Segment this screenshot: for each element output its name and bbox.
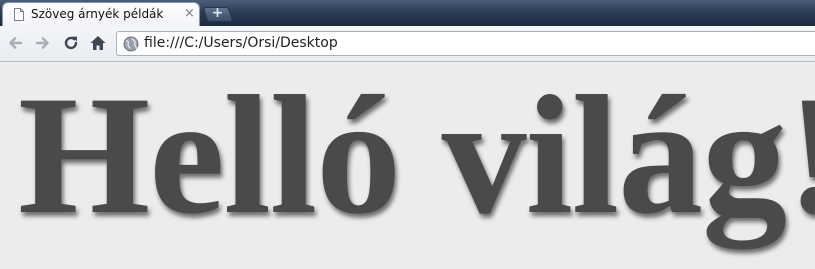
forward-button[interactable] (32, 33, 52, 53)
tab-title: Szöveg árnyék példák (31, 7, 164, 21)
page-heading: Helló világ! (18, 62, 815, 249)
home-button[interactable] (88, 33, 108, 53)
url-text: file:///C:/Users/Orsi/Desktop (144, 35, 338, 51)
browser-titlebar: Szöveg árnyék példák × + (0, 0, 815, 26)
page-icon (14, 8, 24, 21)
new-tab-button[interactable]: + (202, 5, 234, 22)
plus-icon: + (211, 5, 224, 21)
reload-button[interactable] (61, 33, 81, 53)
back-button[interactable] (6, 33, 26, 53)
globe-icon (123, 36, 139, 52)
close-tab-icon[interactable]: × (184, 6, 195, 21)
address-bar[interactable]: file:///C:/Users/Orsi/Desktop (116, 31, 815, 56)
browser-toolbar: file:///C:/Users/Orsi/Desktop (0, 26, 815, 62)
tab-active[interactable]: Szöveg árnyék példák × (2, 2, 200, 26)
page-content: Helló világ! (0, 62, 815, 269)
